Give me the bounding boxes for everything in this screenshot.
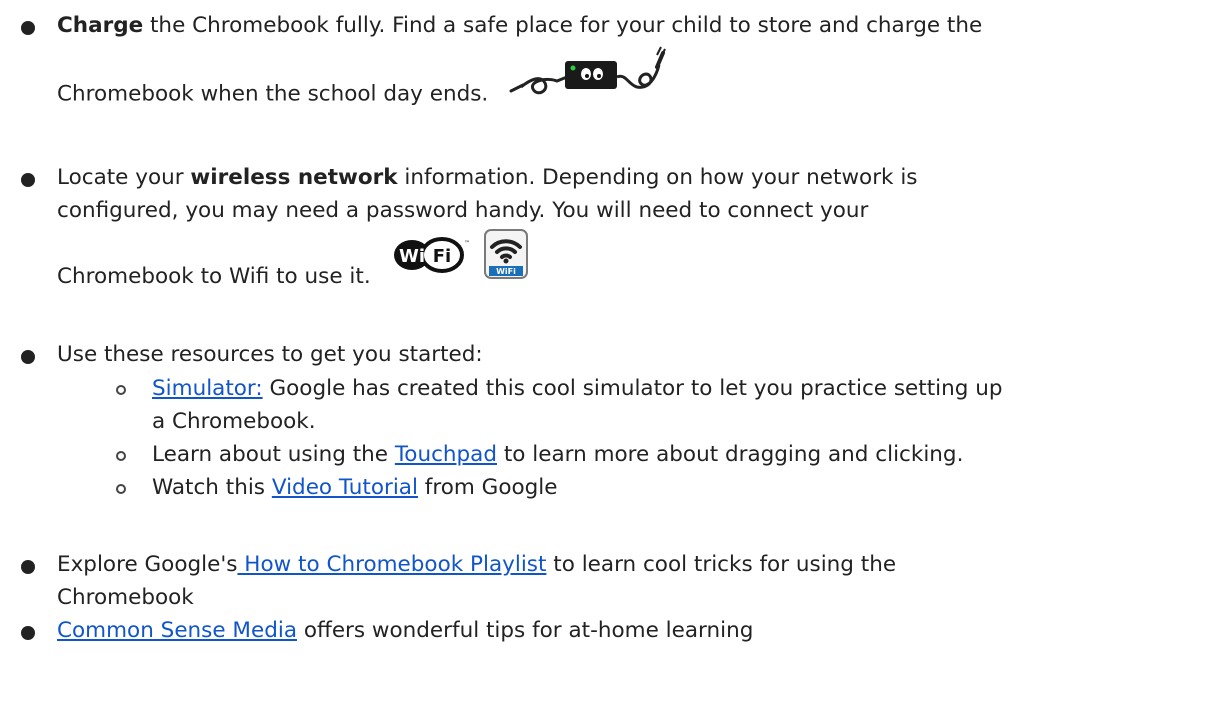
wifi-logo-icon: Wi Fi ™ bbox=[392, 236, 470, 282]
wireless-line-3: Chromebook to Wifi to use it. Wi Fi ™ Wi… bbox=[57, 228, 529, 290]
simulator-line-2: a Chromebook. bbox=[152, 409, 316, 434]
charge-bold: Charge bbox=[57, 13, 144, 38]
resources-intro: Use these resources to get you started: bbox=[57, 342, 483, 367]
wireless-text-post: information. Depending on how your netwo… bbox=[397, 165, 918, 190]
svg-text:™: ™ bbox=[464, 240, 470, 247]
charge-line-1: Charge the Chromebook fully. Find a safe… bbox=[57, 13, 982, 39]
playlist-text-post: to learn cool tricks for using the bbox=[546, 552, 897, 577]
touchpad-text-pre: Learn about using the bbox=[152, 442, 395, 467]
playlist-line-2: Chromebook bbox=[57, 585, 194, 610]
svg-text:Wi: Wi bbox=[399, 246, 425, 267]
sub-bullet bbox=[116, 385, 126, 395]
simulator-link[interactable]: Simulator: bbox=[152, 376, 263, 401]
charge-text: the Chromebook fully. Find a safe place … bbox=[143, 13, 983, 38]
wireless-line-2: configured, you may need a password hand… bbox=[57, 198, 868, 224]
svg-text:WiFi: WiFi bbox=[496, 267, 516, 276]
wireless-text-2: configured, you may need a password hand… bbox=[57, 198, 869, 223]
bullet bbox=[21, 173, 35, 187]
wireless-text-pre: Locate your bbox=[57, 165, 191, 190]
simulator-line-1: Simulator: Google has created this cool … bbox=[152, 376, 1002, 402]
document-page: Charge the Chromebook fully. Find a safe… bbox=[0, 0, 1208, 709]
video-text-post: from Google bbox=[417, 475, 558, 500]
common-sense-line: Common Sense Media offers wonderful tips… bbox=[57, 618, 753, 644]
playlist-text-pre: Explore Google's bbox=[57, 552, 238, 577]
charge-line-2: Chromebook when the school day ends. bbox=[57, 46, 667, 112]
simulator-text: Google has created this cool simulator t… bbox=[262, 376, 1003, 401]
touchpad-text-post: to learn more about dragging and clickin… bbox=[497, 442, 964, 467]
bullet bbox=[21, 350, 35, 364]
bullet bbox=[21, 626, 35, 640]
charge-text-2: Chromebook when the school day ends. bbox=[57, 81, 489, 107]
wireless-bold: wireless network bbox=[190, 165, 398, 190]
video-tutorial-link[interactable]: Video Tutorial bbox=[272, 475, 418, 500]
video-line: Watch this Video Tutorial from Google bbox=[152, 475, 558, 501]
wireless-text-3: Chromebook to Wifi to use it. bbox=[57, 264, 371, 289]
bullet bbox=[21, 560, 35, 574]
touchpad-link[interactable]: Touchpad bbox=[395, 442, 497, 467]
common-sense-link[interactable]: Common Sense Media bbox=[57, 618, 297, 643]
playlist-line-1: Explore Google's How to Chromebook Playl… bbox=[57, 552, 896, 578]
touchpad-line: Learn about using the Touchpad to learn … bbox=[152, 442, 963, 468]
wifi-sign-icon: WiFi bbox=[484, 228, 529, 286]
charger-cable-icon bbox=[507, 43, 667, 112]
bullet bbox=[21, 21, 35, 35]
playlist-link[interactable]: How to Chromebook Playlist bbox=[237, 552, 546, 577]
video-text-pre: Watch this bbox=[152, 475, 272, 500]
sub-bullet bbox=[116, 451, 126, 461]
wireless-line-1: Locate your wireless network information… bbox=[57, 165, 918, 191]
svg-text:Fi: Fi bbox=[432, 246, 450, 267]
sub-bullet bbox=[116, 484, 126, 494]
common-sense-text: offers wonderful tips for at-home learni… bbox=[297, 618, 754, 643]
